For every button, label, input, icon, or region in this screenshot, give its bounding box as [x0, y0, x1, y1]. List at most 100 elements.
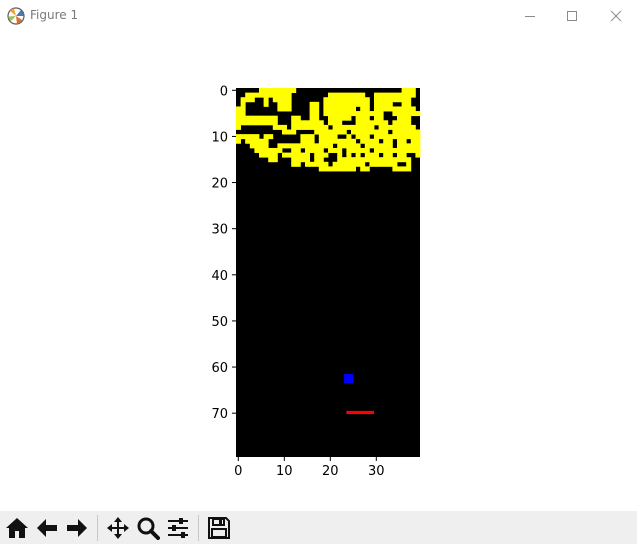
brick-cell	[351, 157, 356, 163]
brick-cell	[305, 134, 310, 140]
brick-cell	[351, 97, 356, 103]
brick-cell	[291, 129, 297, 135]
brick-cell	[249, 92, 255, 98]
plot-area[interactable]: 0 10 20 30 0 10 20 30 40 50 60 70	[0, 32, 637, 511]
paddle	[346, 410, 374, 415]
brick-cell	[309, 143, 315, 149]
brick-cell	[305, 147, 310, 153]
brick-cell	[401, 124, 407, 130]
brick-cell	[374, 157, 379, 163]
brick-cell	[346, 101, 352, 107]
brick-cell	[360, 106, 366, 112]
brick-cell	[355, 92, 361, 98]
brick-cell	[268, 134, 274, 140]
brick-cell	[406, 161, 412, 167]
brick-cell	[323, 143, 329, 149]
brick-cell	[332, 166, 338, 172]
brick-cell	[240, 120, 246, 126]
brick-cell	[272, 124, 278, 130]
brick-cell	[282, 106, 287, 112]
brick-cell	[369, 138, 375, 144]
brick-cell	[387, 134, 393, 140]
zoom-icon	[137, 517, 160, 540]
brick-cell	[410, 138, 416, 144]
forward-button[interactable]	[63, 514, 90, 541]
brick-cell	[337, 129, 343, 135]
brick-cell	[387, 138, 393, 144]
brick-cell	[401, 106, 407, 112]
brick-cell	[410, 143, 416, 149]
maximize-button[interactable]	[549, 0, 595, 32]
figure-canvas[interactable]: 0 10 20 30 0 10 20 30 40 50 60 70	[0, 32, 637, 511]
brick-cell	[318, 124, 324, 130]
brick-cell	[332, 134, 338, 140]
y-tick-label: 60	[211, 361, 228, 376]
brick-cell	[406, 92, 412, 98]
brick-cell	[360, 115, 366, 121]
brick-cell	[328, 101, 333, 107]
brick-cell	[397, 134, 402, 140]
brick-cell	[282, 129, 287, 135]
brick-cell	[360, 111, 366, 117]
brick-cell	[249, 120, 255, 126]
brick-cell	[406, 97, 412, 103]
minimize-button[interactable]	[507, 0, 553, 32]
back-button[interactable]	[33, 514, 60, 541]
brick-cell	[240, 134, 246, 140]
brick-cell	[259, 152, 264, 158]
brick-cell	[272, 120, 278, 126]
brick-cell	[337, 115, 343, 121]
pan-button[interactable]	[104, 514, 131, 541]
brick-cell	[286, 129, 292, 135]
brick-cell	[351, 143, 356, 149]
brick-cell	[337, 92, 343, 98]
y-tick-label: 50	[211, 315, 228, 330]
brick-cell	[277, 124, 283, 130]
brick-cell	[392, 106, 398, 112]
brick-cell	[364, 106, 370, 112]
brick-cell	[351, 138, 356, 144]
brick-cell	[282, 124, 287, 130]
navigation-toolbar	[0, 511, 637, 544]
brick-cell	[369, 143, 375, 149]
brick-cell	[351, 147, 356, 153]
y-tick-label: 10	[211, 130, 228, 145]
brick-cell	[323, 111, 329, 117]
x-tick-label: 10	[276, 464, 293, 479]
configure-subplots-button[interactable]	[164, 514, 191, 541]
brick-cell	[360, 138, 366, 144]
brick-cell	[378, 115, 384, 121]
brick-cell	[378, 157, 384, 163]
brick-cell	[300, 143, 306, 149]
brick-cell	[337, 157, 343, 163]
brick-cell	[249, 97, 255, 103]
close-button[interactable]	[593, 0, 637, 32]
brick-cell	[295, 157, 301, 163]
brick-cell	[360, 147, 366, 153]
brick-cell	[314, 101, 320, 107]
brick-cell	[410, 106, 416, 112]
brick-cell	[378, 143, 384, 149]
brick-cell	[364, 147, 370, 153]
brick-cell	[337, 147, 343, 153]
brick-cell	[318, 161, 324, 167]
zoom-button[interactable]	[134, 514, 161, 541]
brick-cell	[300, 138, 306, 144]
brick-cell	[282, 101, 287, 107]
brick-cell	[309, 161, 315, 167]
brick-cell	[254, 147, 260, 153]
brick-cell	[314, 111, 320, 117]
x-tick-label: 0	[234, 464, 242, 479]
brick-cell	[364, 97, 370, 103]
home-button[interactable]	[3, 514, 30, 541]
brick-cell	[328, 134, 333, 140]
brick-cell	[309, 134, 315, 140]
brick-cell	[314, 124, 320, 130]
ball-layer	[344, 373, 354, 384]
brick-cell	[328, 129, 333, 135]
brick-cell	[291, 88, 297, 94]
brick-cell	[305, 138, 310, 144]
brick-cell	[300, 152, 306, 158]
save-button[interactable]	[205, 514, 232, 541]
brick-cell	[268, 120, 274, 126]
